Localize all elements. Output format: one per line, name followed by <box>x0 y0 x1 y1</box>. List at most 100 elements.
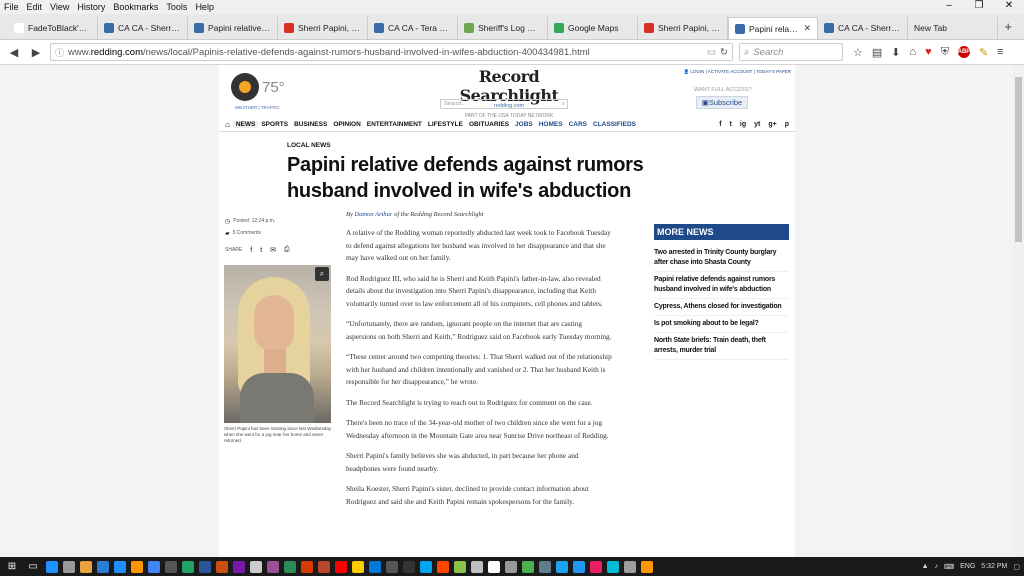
browser-tab[interactable]: Sherri Papini, 3... <box>278 17 368 39</box>
windows-start-icon[interactable]: ⊞ <box>4 559 20 575</box>
clock[interactable]: 5:32 PM <box>981 563 1007 570</box>
social-p-icon[interactable]: p <box>785 121 789 128</box>
taskbar-app-icon[interactable] <box>505 560 517 573</box>
taskbar-app-icon[interactable] <box>114 560 126 573</box>
extension-icon[interactable]: ✎ <box>979 46 988 59</box>
taskbar-app-icon[interactable] <box>250 560 262 573</box>
nav-cars[interactable]: CARS <box>566 121 590 128</box>
taskbar-app-icon[interactable] <box>63 560 75 573</box>
reader-view-icon[interactable]: ▭ <box>707 47 716 58</box>
taskbar-app-icon[interactable] <box>539 560 551 573</box>
minimize-button[interactable]: – <box>934 0 964 11</box>
taskbar-app-icon[interactable] <box>352 560 364 573</box>
taskbar-app-icon[interactable] <box>335 560 347 573</box>
account-links[interactable]: 👤 LOGIN | ACTIVATE ACCOUNT | TODAY'S PAP… <box>684 69 792 75</box>
menu-history[interactable]: History <box>73 2 109 12</box>
social-t-icon[interactable]: t <box>730 121 732 128</box>
bookmarks-list-icon[interactable]: ▤ <box>872 46 882 59</box>
taskbar-app-icon[interactable] <box>80 560 92 573</box>
section-kicker[interactable]: LOCAL NEWS <box>287 142 331 149</box>
volume-icon[interactable]: ♪ <box>935 563 939 570</box>
scrollbar-thumb[interactable] <box>1015 77 1022 242</box>
browser-tab[interactable]: Google Maps <box>548 17 638 39</box>
facebook-icon[interactable]: f <box>250 247 252 254</box>
forward-icon[interactable]: ▶ <box>28 46 44 59</box>
nav-sports[interactable]: SPORTS <box>258 121 291 128</box>
social-g+-icon[interactable]: g+ <box>768 121 776 128</box>
browser-tab[interactable]: New Tab <box>908 17 998 39</box>
close-tab-icon[interactable]: ✕ <box>803 23 811 34</box>
taskbar-app-icon[interactable] <box>590 560 602 573</box>
magnify-icon[interactable]: ⌕ <box>315 267 329 281</box>
taskbar-app-icon[interactable] <box>233 560 245 573</box>
browser-tab[interactable]: CA CA - Sherri ... <box>818 17 908 39</box>
more-news-link[interactable]: Two arrested in Trinity County burglary … <box>654 245 789 272</box>
taskbar-app-icon[interactable] <box>318 560 330 573</box>
nav-entertainment[interactable]: ENTERTAINMENT <box>364 121 425 128</box>
taskbar-app-icon[interactable] <box>267 560 279 573</box>
twitter-icon[interactable]: t <box>260 247 262 254</box>
browser-tab[interactable]: Papini relative d... <box>188 17 278 39</box>
browser-tab[interactable]: CA CA - Sherri ... <box>98 17 188 39</box>
taskbar-app-icon[interactable] <box>641 560 653 573</box>
comments-link[interactable]: ▰ 5 Comments <box>225 227 331 239</box>
adblock-icon[interactable]: ABP <box>958 45 970 58</box>
search-icon[interactable]: ⌕ <box>562 101 567 108</box>
more-news-link[interactable]: Is pot smoking about to be legal? <box>654 316 789 333</box>
hamburger-menu-icon[interactable]: ≡ <box>997 46 1003 59</box>
nav-classifieds[interactable]: CLASSIFIEDS <box>590 121 639 128</box>
taskbar-app-icon[interactable] <box>437 560 449 573</box>
taskbar-app-icon[interactable] <box>403 560 415 573</box>
site-logo[interactable]: Record Searchlight redding.com PART OF T… <box>444 67 574 119</box>
taskbar-app-icon[interactable] <box>386 560 398 573</box>
pocket-icon[interactable]: ♥ <box>925 46 932 59</box>
nav-opinion[interactable]: OPINION <box>330 121 363 128</box>
browser-tab[interactable]: Sherri Papini, 3... <box>638 17 728 39</box>
shield-icon[interactable]: ⛨ <box>941 46 949 59</box>
taskbar-app-icon[interactable] <box>284 560 296 573</box>
taskbar-app-icon[interactable] <box>165 560 177 573</box>
url-text[interactable]: www.redding.com/news/local/Papinis-relat… <box>68 47 703 58</box>
nav-jobs[interactable]: JOBS <box>512 121 536 128</box>
site-search-input[interactable]: Search... ⌕ <box>440 99 568 109</box>
task-view-icon[interactable]: ▭ <box>25 559 41 575</box>
email-icon[interactable]: ✉ <box>270 246 276 254</box>
info-icon[interactable]: ⓘ <box>55 46 64 59</box>
menu-tools[interactable]: Tools <box>162 2 191 12</box>
bookmark-star-icon[interactable]: ☆ <box>853 46 863 59</box>
taskbar-app-icon[interactable] <box>624 560 636 573</box>
new-tab-plus-icon[interactable]: + <box>1004 19 1012 34</box>
nav-business[interactable]: BUSINESS <box>291 121 330 128</box>
subscribe-button[interactable]: ▣ Subscribe <box>696 96 748 109</box>
taskbar-app-icon[interactable] <box>131 560 143 573</box>
article-photo[interactable]: ⌕ <box>224 265 331 423</box>
taskbar-app-icon[interactable] <box>216 560 228 573</box>
social-yt-icon[interactable]: yt <box>754 121 760 128</box>
page-scrollbar[interactable] <box>1013 65 1024 557</box>
taskbar-app-icon[interactable] <box>199 560 211 573</box>
nav-news[interactable]: NEWS <box>232 121 259 128</box>
language-indicator[interactable]: ENG <box>960 563 975 570</box>
weather-links[interactable]: WEATHER | TRAFFIC <box>235 105 280 110</box>
nav-homes[interactable]: HOMES <box>536 121 566 128</box>
menu-bookmarks[interactable]: Bookmarks <box>109 2 162 12</box>
menu-view[interactable]: View <box>46 2 73 12</box>
menu-edit[interactable]: Edit <box>23 2 47 12</box>
taskbar-app-icon[interactable] <box>471 560 483 573</box>
taskbar-app-icon[interactable] <box>301 560 313 573</box>
social-f-icon[interactable]: f <box>719 121 721 128</box>
social-ig-icon[interactable]: ig <box>740 121 746 128</box>
nav-obituaries[interactable]: OBITUARIES <box>466 121 512 128</box>
home-icon[interactable]: ⌂ <box>910 46 917 59</box>
browser-tab[interactable]: FadeToBlack's podc... <box>8 17 98 39</box>
weather-widget[interactable]: 75° <box>231 73 285 101</box>
home-icon[interactable]: ⌂ <box>222 120 233 129</box>
restore-button[interactable]: ❐ <box>964 0 994 11</box>
browser-tab[interactable]: Papini relati... ✕ <box>728 17 818 39</box>
taskbar-app-icon[interactable] <box>488 560 500 573</box>
more-news-link[interactable]: Cypress, Athens closed for investigation <box>654 299 789 316</box>
menu-file[interactable]: File <box>0 2 23 12</box>
nav-lifestyle[interactable]: LIFESTYLE <box>425 121 466 128</box>
back-icon[interactable]: ◀ <box>6 46 22 59</box>
taskbar-app-icon[interactable] <box>369 560 381 573</box>
